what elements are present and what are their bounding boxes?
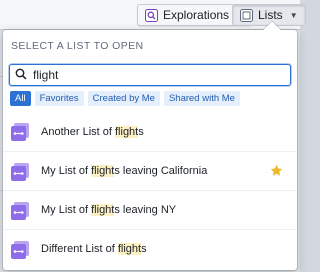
exploration-icon xyxy=(145,8,158,22)
object-list-icon xyxy=(10,240,30,260)
lists-icon xyxy=(240,8,253,22)
list-item-label: Another List of flights xyxy=(41,125,144,138)
lists-popover: SELECT A LIST TO OPEN flight All Favorit… xyxy=(3,21,297,270)
list-item[interactable]: My List of flights leaving NY xyxy=(3,190,297,229)
search-input[interactable]: flight xyxy=(9,64,291,86)
search-value: flight xyxy=(33,68,59,82)
list-item-label: Different List of flights xyxy=(41,243,147,255)
chevron-down-icon: ▼ xyxy=(289,10,298,20)
favorite-star-icon[interactable] xyxy=(270,164,283,177)
object-list-icon xyxy=(10,162,30,182)
list-item[interactable]: Another List of flights xyxy=(3,112,297,151)
explorations-label: Explorations xyxy=(163,8,230,22)
list-item-label: My List of flights leaving California xyxy=(41,165,208,177)
filter-shared-with-me[interactable]: Shared with Me xyxy=(163,91,240,106)
filter-all[interactable]: All xyxy=(10,91,31,106)
list-results: Another List of flights My List of fligh… xyxy=(3,112,297,268)
search-icon xyxy=(15,68,27,83)
filter-chips: All Favorites Created by Me Shared with … xyxy=(10,91,240,106)
lists-label: Lists xyxy=(258,8,283,22)
list-item[interactable]: My List of flights leaving California xyxy=(3,151,297,190)
object-list-icon xyxy=(10,122,30,142)
filter-favorites[interactable]: Favorites xyxy=(34,91,84,106)
lists-button[interactable]: Lists ▼ xyxy=(232,4,306,26)
object-list-icon xyxy=(10,201,30,221)
list-item-label: My List of flights leaving NY xyxy=(41,204,177,216)
filter-created-by-me[interactable]: Created by Me xyxy=(87,91,160,106)
popover-heading: SELECT A LIST TO OPEN xyxy=(11,40,144,52)
list-item[interactable]: Different List of flights xyxy=(3,229,297,268)
